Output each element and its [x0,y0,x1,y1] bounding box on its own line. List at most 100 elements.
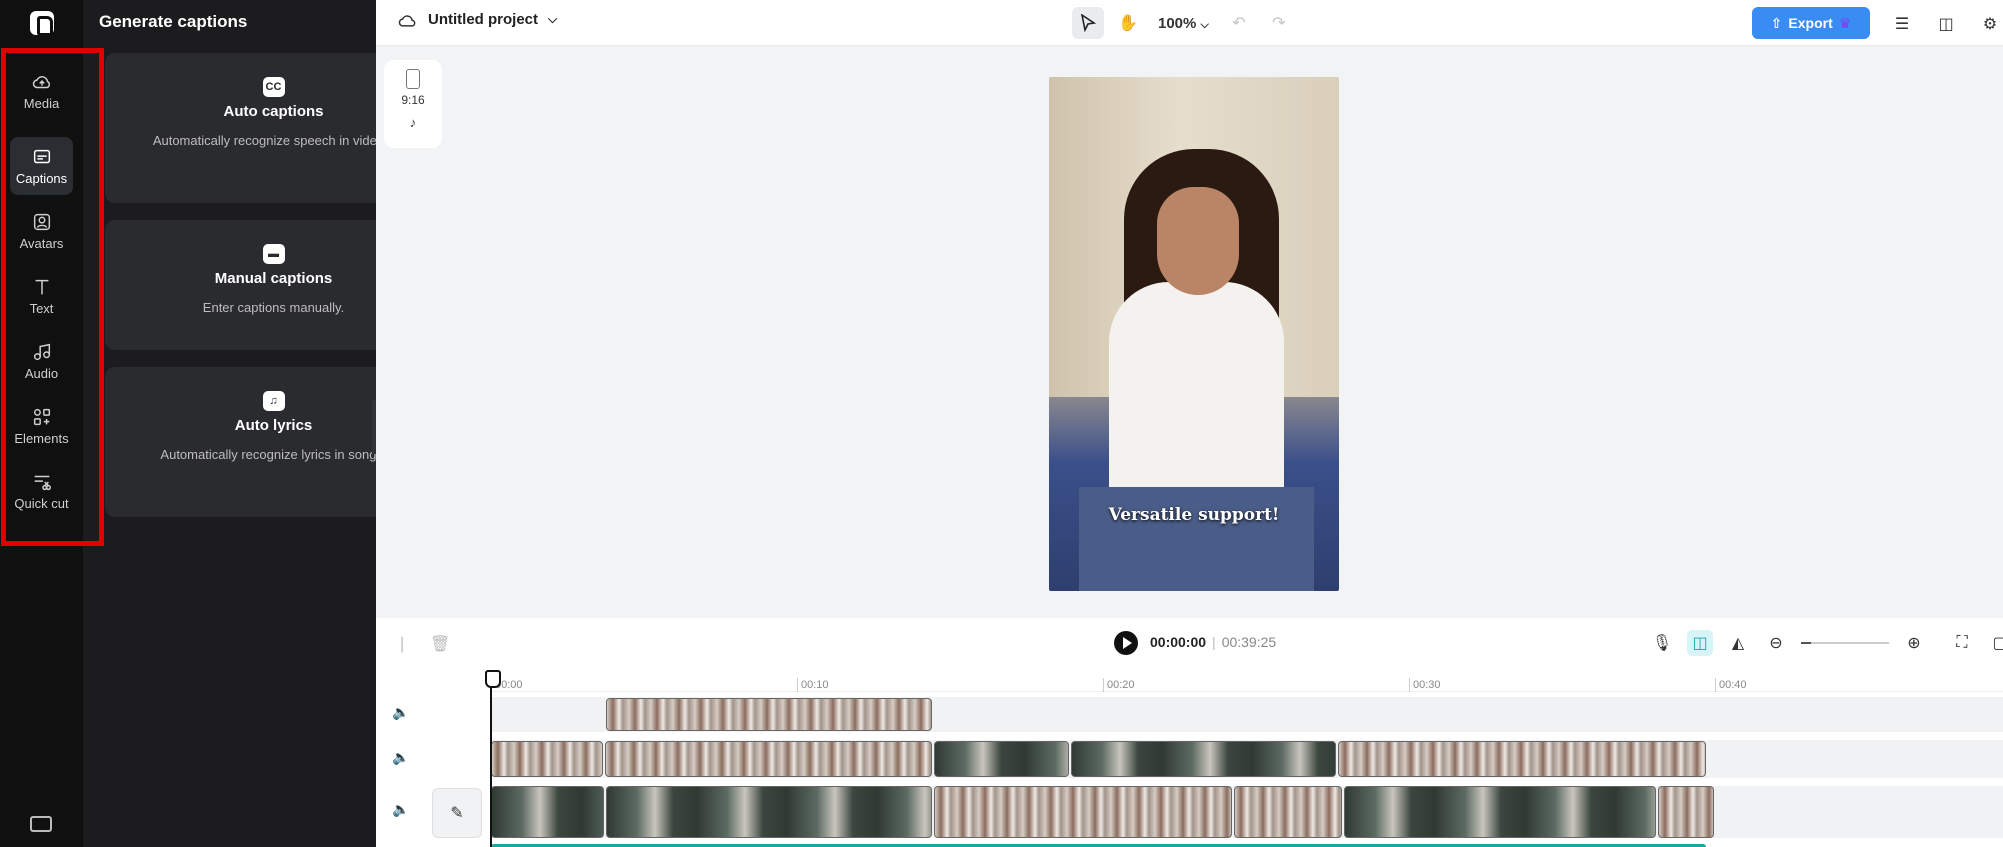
playback-bar: ∣ 🗑 00:00:00 | 00:39:25 🎙 ◫ ◭ ⊖ ⊕ ⛶ ▢ [376,618,2003,668]
video-clip[interactable] [605,741,932,777]
rail-label: Quick cut [14,496,69,511]
split-link-button[interactable]: ◭ [1725,630,1751,656]
time-display: 00:00:00 | 00:39:25 [1150,634,1276,650]
export-label: Export [1788,15,1833,31]
ruler-tick: 00:30 [1409,678,1441,692]
timeline-zoom-slider[interactable] [1801,642,1889,644]
timeline-controls: 🎙 ◫ ◭ ⊖ ⊕ ⛶ ▢ [1649,630,2003,656]
text-icon [35,279,48,295]
caption-overlay[interactable]: Versatile support! [1049,505,1339,525]
playhead[interactable] [485,670,501,847]
speaker-icon[interactable]: 🔈 [392,801,409,818]
rail-item-text[interactable]: Text [10,267,73,325]
rail-label: Elements [14,431,69,446]
tiktok-icon: ♪ [409,115,417,130]
video-subject-jeans [1079,487,1314,591]
rail-item-avatars[interactable]: Avatars [10,202,73,260]
cloud-icon [398,14,416,27]
fullscreen-icon: ⛶ [1956,634,1968,651]
zoom-in-icon: ⊕ [1907,635,1921,652]
hand-icon: ✋ [1118,15,1138,32]
crown-icon: ♛ [1838,14,1852,31]
undo-icon: ↶ [1232,15,1246,32]
video-clip[interactable] [934,741,1069,777]
edit-cover-button[interactable]: ✎ [432,788,482,838]
quick-cut-icon [34,475,51,491]
current-time: 00:00:00 [1150,634,1207,650]
zoom-select[interactable]: 100% ⌵ [1152,15,1215,32]
video-clip[interactable] [1658,786,1714,838]
video-clip[interactable] [491,786,604,838]
video-clip[interactable] [606,698,932,731]
ruler-tick: 00:10 [797,678,829,692]
ruler-tick: 00:20 [1103,678,1135,692]
project-menu[interactable]: Untitled project ⌵ [398,11,557,28]
video-clip[interactable] [1234,786,1342,838]
magnet-button[interactable]: ◫ [1687,630,1713,656]
settings-button[interactable]: ⚙ [1974,8,2003,40]
zoom-out-icon: ⊖ [1769,635,1783,652]
speaker-icon[interactable]: 🔈 [392,704,409,721]
layout-button[interactable]: ◫ [1930,8,1962,40]
cloud-upload-icon [32,76,50,89]
export-button[interactable]: ⇧ Export ♛ [1752,7,1870,39]
aspect-ratio-card[interactable]: 9:16 ♪ [384,60,442,148]
record-voice-button[interactable]: 🎙 [1649,630,1675,656]
lyrics-icon: ♫ [262,391,285,411]
layers-icon: ☰ [1894,16,1910,33]
microphone-icon: 🎙 [1651,635,1673,652]
rail-item-quick-cut[interactable]: Quick cut [10,462,73,534]
rail-label: Audio [24,366,59,381]
video-preview[interactable]: Versatile support! [1049,77,1339,591]
rail-label: Captions [15,171,68,186]
rail-label: Media [23,96,60,111]
pen-icon: ✎ [450,805,464,822]
ruler-tick: 00:40 [1715,678,1747,692]
top-bar: Untitled project ⌵ ✋ 100% ⌵ ↶ ↷ ⇧ Export… [376,0,2003,46]
rail-item-audio[interactable]: Audio [10,332,73,390]
timeline-edit-tools: ∣ 🗑 [398,634,450,654]
elements-icon [33,408,50,426]
feedback-button[interactable]: ▢ [1987,630,2003,656]
comment-icon: ▢ [1992,635,2003,652]
video-clip[interactable] [1071,741,1336,777]
timeline-ruler[interactable]: 00:00 00:10 00:20 00:30 00:40 [491,668,2003,692]
rail-item-media[interactable]: Media [10,62,73,120]
video-clip[interactable] [934,786,1232,838]
rail-item-elements[interactable]: Elements [10,397,73,455]
video-clip[interactable] [1344,786,1656,838]
hand-tool-button[interactable]: ✋ [1112,7,1144,39]
phone-icon [406,69,420,89]
speaker-icon[interactable]: 🔈 [392,749,409,766]
trash-icon[interactable]: 🗑 [430,634,450,654]
rail-label: Avatars [19,236,64,251]
play-button[interactable] [1114,631,1138,655]
topbar-right-icons: ☰ ◫ ⚙ [1886,8,2003,40]
layers-button[interactable]: ☰ [1886,8,1918,40]
gear-icon: ⚙ [1982,16,1998,33]
aspect-ratio-label: 9:16 [401,93,425,107]
video-subject-face [1157,187,1239,295]
captions-panel: Generate captions CC Auto captions Autom… [83,0,442,847]
app-logo-icon[interactable] [30,11,54,36]
panel-title: Generate captions [99,12,248,31]
split-panel-icon: ◫ [1938,16,1954,33]
keyboard-icon[interactable] [30,816,52,832]
rail-item-captions[interactable]: Captions [10,137,73,195]
avatar-icon [33,213,50,231]
redo-button[interactable]: ↷ [1263,7,1295,39]
undo-button[interactable]: ↶ [1223,7,1255,39]
select-tool-button[interactable] [1072,7,1104,39]
split-screen-icon: ◭ [1731,635,1745,652]
timeline: 00:00 00:10 00:20 00:30 00:40 🔈 🔈 🔈 ✎ [376,668,2003,847]
total-time: 00:39:25 [1221,634,1277,650]
zoom-out-button[interactable]: ⊖ [1763,630,1789,656]
fullscreen-button[interactable]: ⛶ [1949,630,1975,656]
zoom-in-button[interactable]: ⊕ [1901,630,1927,656]
video-subject-sweater [1109,282,1284,497]
share-icon: ⇧ [1770,14,1783,31]
video-clip[interactable] [606,786,932,838]
video-clip[interactable] [491,741,603,777]
video-clip[interactable] [1338,741,1706,777]
split-icon[interactable]: ∣ [398,634,406,654]
